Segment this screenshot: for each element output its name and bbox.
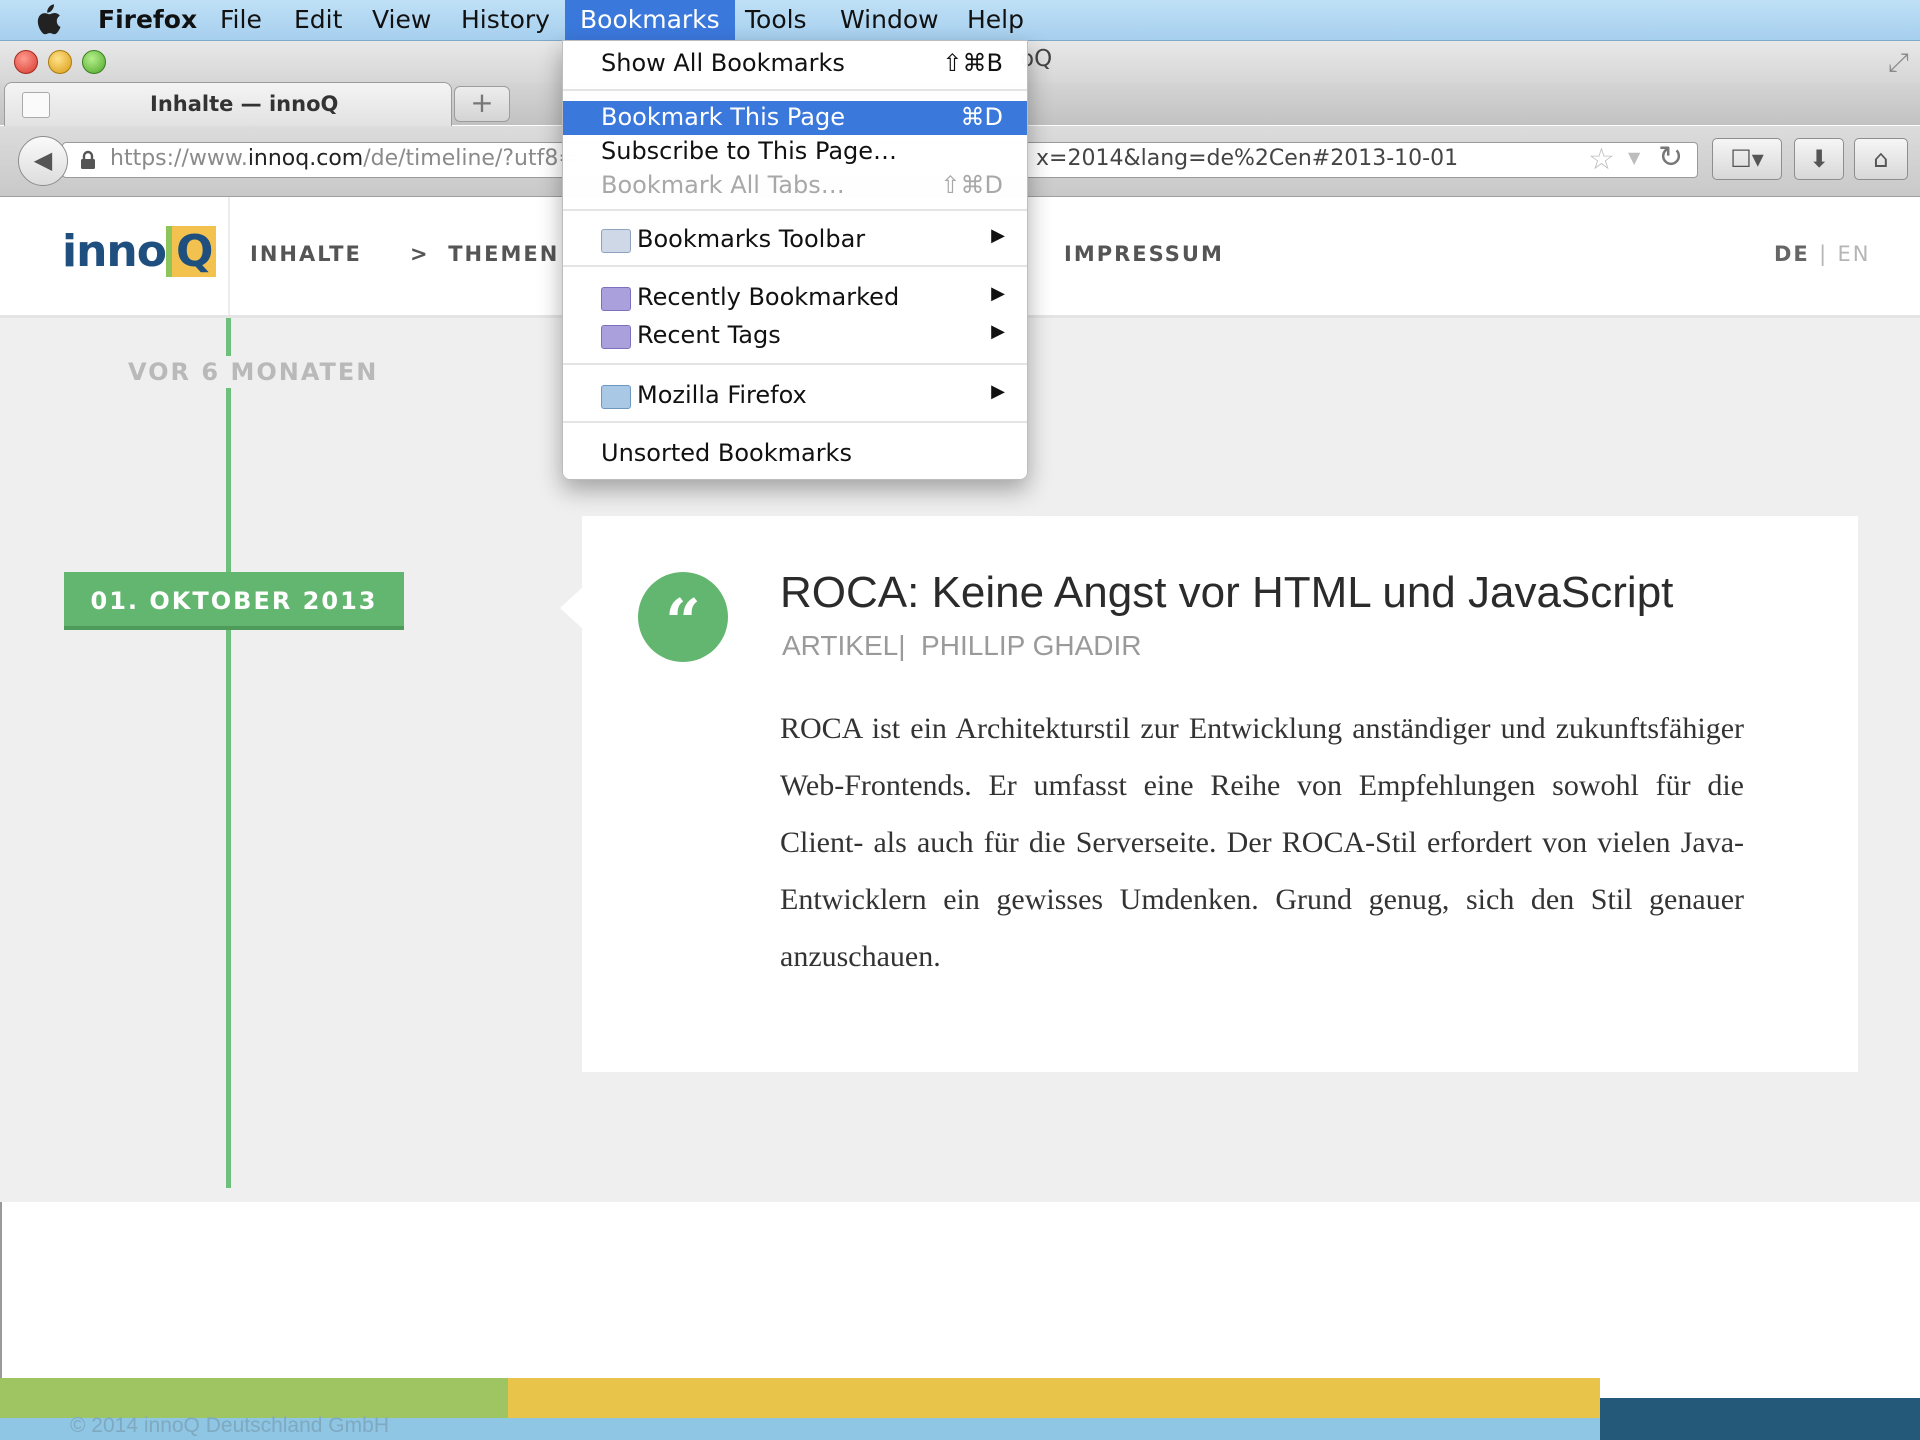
- url-path-start: /de/timeline/?utf8=: [363, 146, 577, 171]
- article-meta-separator: |: [898, 630, 906, 661]
- tab-title: Inhalte — innoQ: [150, 92, 339, 116]
- menu-bookmarks[interactable]: Bookmarks: [565, 0, 735, 40]
- url-domain: innoq.com: [247, 146, 364, 171]
- menu-separator: [563, 265, 1027, 267]
- submenu-arrow-icon: ▶: [991, 321, 1005, 342]
- menu-history[interactable]: History: [461, 0, 550, 40]
- bookmark-this-page-shortcut: ⌘D: [960, 103, 1003, 131]
- menu-separator: [563, 209, 1027, 211]
- submenu-arrow-icon: ▶: [991, 283, 1005, 304]
- folder-icon: [601, 385, 631, 409]
- menu-item-recently-bookmarked[interactable]: Recently Bookmarked ▶: [563, 281, 1027, 315]
- header-divider: [228, 197, 230, 315]
- download-arrow-icon: ⬇: [1808, 145, 1830, 173]
- lang-en[interactable]: EN: [1837, 242, 1870, 266]
- innoq-logo[interactable]: inno Q: [62, 226, 217, 277]
- menu-item-recent-tags[interactable]: Recent Tags ▶: [563, 319, 1027, 353]
- downloads-button[interactable]: ⬇: [1794, 138, 1844, 180]
- bookmark-this-page-label: Bookmark This Page: [601, 103, 845, 131]
- unsorted-bookmarks-label: Unsorted Bookmarks: [601, 439, 852, 467]
- footer-area: [0, 1202, 1920, 1378]
- article-title[interactable]: ROCA: Keine Angst vor HTML und JavaScrip…: [780, 568, 1673, 618]
- show-all-bookmarks-shortcut: ⇧⌘B: [942, 49, 1003, 77]
- logo-text: inno: [62, 226, 167, 277]
- smart-folder-icon: [601, 287, 631, 311]
- recent-tags-label: Recent Tags: [637, 321, 781, 349]
- back-arrow-icon: ◀: [33, 146, 53, 174]
- submenu-arrow-icon: ▶: [991, 381, 1005, 402]
- history-dropmarker-icon[interactable]: ▼: [1628, 148, 1640, 167]
- article-teaser: ROCA ist ein Architekturstil zur Entwick…: [780, 712, 1744, 973]
- minimize-window-button[interactable]: [48, 50, 72, 74]
- menu-tools[interactable]: Tools: [745, 0, 807, 40]
- menu-item-unsorted-bookmarks[interactable]: Unsorted Bookmarks: [563, 437, 1027, 471]
- bookmark-all-tabs-label: Bookmark All Tabs…: [601, 171, 845, 199]
- tab-favicon-icon: [22, 92, 50, 118]
- menu-edit[interactable]: Edit: [294, 0, 342, 40]
- lang-separator: |: [1819, 242, 1829, 266]
- copyright: © 2014 innoQ Deutschland GmbH: [70, 1414, 389, 1437]
- relative-time-label: VOR 6 MONATEN: [124, 356, 383, 388]
- menu-item-show-all-bookmarks[interactable]: Show All Bookmarks ⇧⌘B: [563, 47, 1027, 81]
- bookmark-star-icon[interactable]: ☆: [1588, 142, 1615, 177]
- menu-item-mozilla-firefox[interactable]: Mozilla Firefox ▶: [563, 379, 1027, 413]
- menu-bar: Firefox File Edit View History Bookmarks…: [0, 0, 1920, 41]
- home-button[interactable]: ⌂: [1854, 138, 1908, 180]
- url-prefix: https://www.: [110, 146, 248, 171]
- back-button[interactable]: ◀: [18, 136, 68, 186]
- menu-separator: [563, 421, 1027, 423]
- bookmarks-dropdown-menu: Show All Bookmarks ⇧⌘B Bookmark This Pag…: [562, 40, 1028, 480]
- url-text: https://www.innoq.com/de/timeline/?utf8=: [110, 146, 577, 171]
- smart-folder-icon: [601, 325, 631, 349]
- timeline-line: [226, 318, 231, 1188]
- menu-item-subscribe[interactable]: Subscribe to This Page…: [563, 135, 1027, 169]
- article-author[interactable]: PHILLIP GHADIR: [921, 630, 1141, 661]
- nav-impressum[interactable]: IMPRESSUM: [1064, 242, 1224, 266]
- menu-view[interactable]: View: [372, 0, 431, 40]
- close-window-button[interactable]: [14, 50, 38, 74]
- menu-window[interactable]: Window: [840, 0, 939, 40]
- menu-item-bookmark-all-tabs: Bookmark All Tabs… ⇧⌘D: [563, 169, 1027, 203]
- zoom-window-button[interactable]: [82, 50, 106, 74]
- footer-stripe-dark: [1600, 1398, 1920, 1440]
- menu-help[interactable]: Help: [967, 0, 1024, 40]
- apple-icon[interactable]: [32, 4, 62, 36]
- nav-themen[interactable]: > THEMEN: [410, 242, 559, 266]
- nav-inhalte[interactable]: INHALTE: [250, 242, 362, 266]
- article-type: ARTIKEL: [782, 630, 899, 661]
- bookmarks-widget-button[interactable]: ☐▾: [1712, 138, 1782, 180]
- footer-stripe-green: [0, 1378, 508, 1418]
- new-tab-button[interactable]: +: [454, 86, 510, 122]
- bookmarks-toolbar-label: Bookmarks Toolbar: [637, 225, 866, 253]
- home-icon: ⌂: [1873, 145, 1889, 173]
- quote-icon: “: [638, 572, 728, 662]
- logo-q: Q: [165, 226, 217, 277]
- submenu-arrow-icon: ▶: [991, 225, 1005, 246]
- fullscreen-icon[interactable]: ⤢: [1888, 48, 1909, 79]
- nav-themen-chevron-icon: >: [410, 242, 430, 266]
- menu-separator: [563, 89, 1027, 91]
- card-pointer: [560, 586, 584, 630]
- lock-icon: [81, 150, 95, 169]
- menu-file[interactable]: File: [220, 0, 262, 40]
- language-switch: DE | EN: [1774, 242, 1870, 266]
- footer-stripe-yellow: [508, 1378, 1600, 1418]
- lang-de[interactable]: DE: [1774, 242, 1810, 266]
- nav-themen-label: THEMEN: [448, 242, 560, 266]
- article-meta: ARTIKEL| PHILLIP GHADIR: [782, 630, 1142, 662]
- bookmarks-widget-icon: ☐▾: [1730, 145, 1764, 173]
- recently-bookmarked-label: Recently Bookmarked: [637, 283, 900, 311]
- date-badge: 01. OKTOBER 2013: [64, 572, 404, 630]
- reload-icon[interactable]: ↻: [1658, 140, 1683, 175]
- menu-separator: [563, 363, 1027, 365]
- menu-item-bookmark-this-page[interactable]: Bookmark This Page ⌘D: [563, 101, 1027, 135]
- menu-item-bookmarks-toolbar[interactable]: Bookmarks Toolbar ▶: [563, 223, 1027, 257]
- menu-app-firefox[interactable]: Firefox: [98, 0, 197, 40]
- mozilla-firefox-label: Mozilla Firefox: [637, 381, 807, 409]
- toolbar-folder-icon: [601, 229, 631, 253]
- bookmark-all-tabs-shortcut: ⇧⌘D: [940, 171, 1003, 199]
- show-all-bookmarks-label: Show All Bookmarks: [601, 49, 845, 77]
- url-path-end: x=2014&lang=de%2Cen#2013-10-01: [1036, 146, 1459, 171]
- subscribe-label: Subscribe to This Page…: [601, 137, 898, 165]
